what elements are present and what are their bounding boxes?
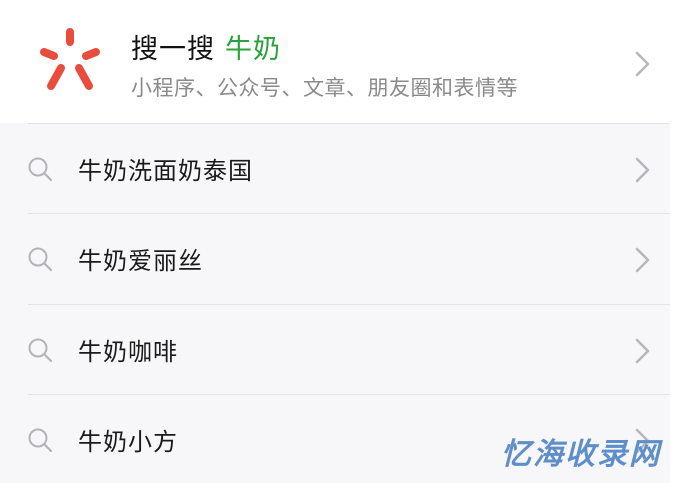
chevron-right-icon	[631, 336, 653, 366]
header-subtitle: 小程序、公众号、文章、朋友圈和表情等	[131, 76, 518, 100]
header-title: 搜一搜 牛奶	[131, 27, 281, 66]
suggestion-label: 牛奶洗面奶泰国	[78, 157, 253, 185]
watermark-text: 忆海收录网	[501, 437, 661, 472]
search-icon	[26, 426, 54, 454]
header-title-text: 搜一搜	[131, 34, 215, 65]
suggestion-item[interactable]: 牛奶咖啡	[0, 304, 670, 394]
chevron-right-icon	[631, 245, 653, 275]
divider	[28, 394, 670, 395]
search-icon	[26, 336, 54, 364]
suggestion-label: 牛奶咖啡	[78, 338, 178, 366]
weixin-search-logo-icon	[34, 26, 106, 98]
divider	[28, 213, 670, 214]
search-icon	[26, 155, 54, 183]
suggestion-label: 牛奶爱丽丝	[78, 247, 203, 275]
search-keyword: 牛奶	[225, 34, 281, 65]
suggestion-label: 牛奶小方	[78, 428, 178, 456]
search-search-entry[interactable]: 搜一搜 牛奶 小程序、公众号、文章、朋友圈和表情等	[0, 8, 670, 123]
right-edge	[670, 0, 683, 483]
search-results-screen: 搜一搜 牛奶 小程序、公众号、文章、朋友圈和表情等 牛奶洗面奶泰国 牛奶爱丽丝 …	[0, 0, 683, 483]
suggestion-item[interactable]: 牛奶爱丽丝	[0, 213, 670, 303]
chevron-right-icon	[631, 49, 653, 79]
search-icon	[26, 245, 54, 273]
suggestion-item[interactable]: 牛奶洗面奶泰国	[0, 123, 670, 213]
divider	[28, 123, 670, 124]
top-strip	[0, 0, 683, 8]
divider	[28, 304, 670, 305]
chevron-right-icon	[631, 155, 653, 185]
